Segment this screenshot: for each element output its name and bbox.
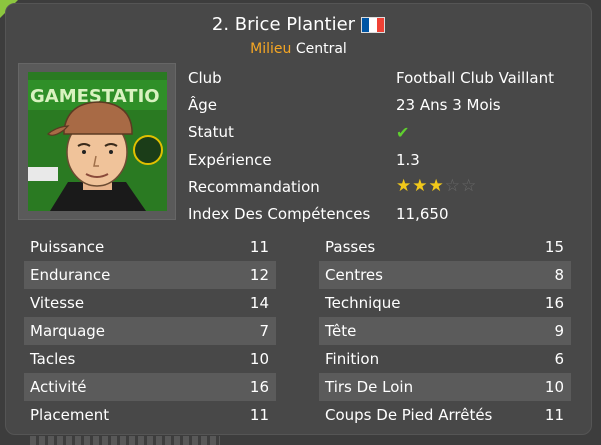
info-row-skill-index: Index Des Compétences 11,650 (188, 200, 588, 227)
stat-row: Vitesse 14 (24, 289, 276, 317)
stat-row: Passes 15 (319, 233, 571, 261)
star-empty-icon: ☆ (461, 176, 477, 197)
stat-row: Activité 16 (24, 373, 276, 401)
stat-row: Puissance 11 (24, 233, 276, 261)
player-info: Club Football Club Vaillant Âge 23 Ans 3… (188, 64, 588, 228)
stat-label: Finition (325, 350, 380, 368)
stat-row: Tête 9 (319, 317, 571, 345)
stat-value: 10 (249, 350, 269, 368)
experience-value: 1.3 (396, 150, 420, 169)
stat-row: Technique 16 (319, 289, 571, 317)
info-row-experience: Expérience 1.3 (188, 146, 588, 173)
info-row-recommendation: Recommandation ★ ★ ★ ☆ ☆ (188, 173, 588, 200)
stat-label: Technique (325, 294, 401, 312)
star-filled-icon: ★ (412, 176, 428, 197)
info-label: Club (188, 68, 222, 87)
stat-row: Coups De Pied Arrêtés 11 (319, 401, 571, 429)
status-check-icon: ✔ (396, 122, 410, 142)
stat-label: Puissance (30, 238, 105, 256)
info-label: Recommandation (188, 177, 320, 196)
stat-value: 16 (249, 378, 269, 396)
stat-value: 14 (249, 294, 269, 312)
stat-label: Tête (325, 322, 357, 340)
stat-row: Endurance 12 (24, 261, 276, 289)
stat-value: 11 (249, 406, 269, 424)
stat-value: 8 (554, 266, 564, 284)
info-row-age: Âge 23 Ans 3 Mois (188, 91, 588, 118)
stat-label: Activité (30, 378, 87, 396)
recommendation-stars: ★ ★ ★ ☆ ☆ (396, 178, 476, 195)
info-row-club: Club Football Club Vaillant (188, 64, 588, 91)
stat-row: Finition 6 (319, 345, 571, 373)
club-link[interactable]: Football Club Vaillant (396, 69, 554, 87)
stat-row: Marquage 7 (24, 317, 276, 345)
info-label: Statut (188, 123, 234, 142)
age-value: 23 Ans 3 Mois (396, 95, 501, 114)
stat-row: Centres 8 (319, 261, 571, 289)
info-label: Âge (188, 95, 218, 114)
stat-label: Coups De Pied Arrêtés (325, 406, 493, 424)
player-avatar: GAMESTATIO (28, 72, 167, 211)
stat-label: Tirs De Loin (325, 378, 414, 396)
stat-row: Placement 11 (24, 401, 276, 429)
star-filled-icon: ★ (396, 176, 412, 197)
next-card-edge (30, 436, 220, 445)
position-secondary: Central (295, 41, 347, 57)
player-card: 2. Brice Plantier Milieu Central GAMESTA… (5, 3, 592, 435)
stats-table-right: Passes 15 Centres 8 Technique 16 Tête 9 Fini… (319, 233, 571, 429)
stat-row: Tirs De Loin 10 (319, 373, 571, 401)
stat-row: Tacles 10 (24, 345, 276, 373)
player-avatar-icon: GAMESTATIO (28, 72, 167, 211)
star-empty-icon: ☆ (444, 176, 460, 197)
info-row-status: Statut ✔ (188, 119, 588, 146)
stat-value: 7 (259, 322, 269, 340)
stat-label: Vitesse (30, 294, 85, 312)
player-photo-frame: GAMESTATIO (18, 63, 176, 220)
stat-value: 6 (554, 350, 564, 368)
stat-label: Centres (325, 266, 383, 284)
stat-value: 9 (554, 322, 564, 340)
position-primary: Milieu (250, 41, 292, 57)
france-flag-icon (361, 17, 386, 33)
skill-index-value: 11,650 (396, 205, 449, 224)
stat-value: 10 (544, 378, 564, 396)
stat-label: Placement (30, 406, 110, 424)
stat-value: 15 (544, 238, 564, 256)
stat-label: Marquage (30, 322, 106, 340)
stat-value: 11 (249, 238, 269, 256)
player-header: 2. Brice Plantier Milieu Central (6, 14, 591, 59)
stat-label: Endurance (30, 266, 111, 284)
star-filled-icon: ★ (428, 176, 444, 197)
info-label: Expérience (188, 150, 272, 169)
stat-value: 12 (249, 266, 269, 284)
stats-table-left: Puissance 11 Endurance 12 Vitesse 14 Marqua… (24, 233, 276, 429)
player-name: 2. Brice Plantier (211, 14, 356, 35)
stat-label: Tacles (30, 350, 76, 368)
info-label: Index Des Compétences (188, 205, 371, 224)
stat-value: 11 (544, 406, 564, 424)
player-position: Milieu Central (6, 39, 591, 59)
stat-label: Passes (325, 238, 376, 256)
stat-value: 16 (544, 294, 564, 312)
